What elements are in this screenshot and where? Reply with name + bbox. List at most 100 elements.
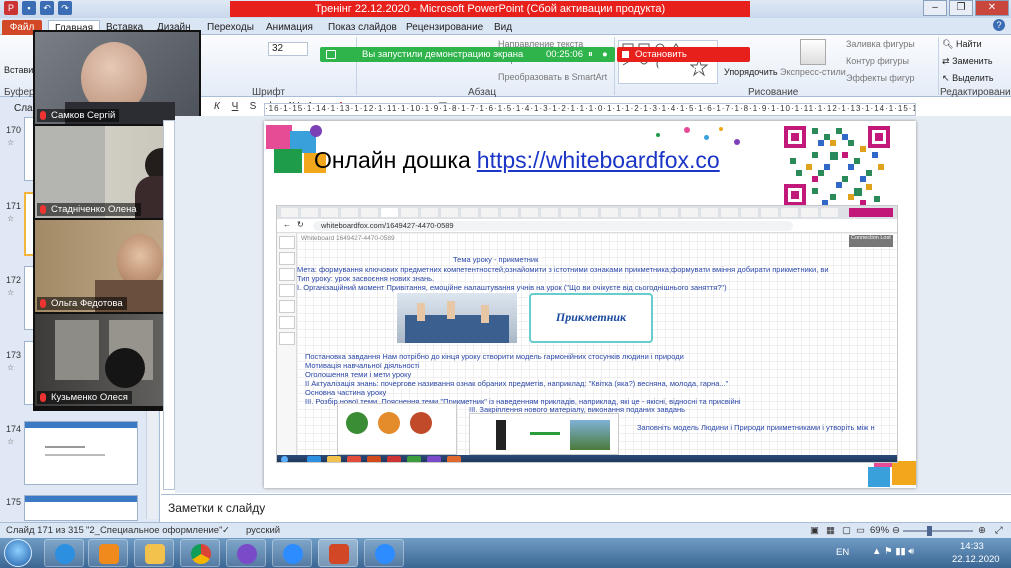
tab-review[interactable]: Рецензирование bbox=[406, 20, 483, 35]
shape-effects-button[interactable]: Эффекты фигур bbox=[846, 73, 915, 83]
participant-name: Кузьменко Олеся bbox=[37, 391, 132, 404]
undo-icon[interactable]: ↶ bbox=[40, 1, 54, 15]
find-icon: 🔍︎ bbox=[942, 39, 954, 49]
maximize-button[interactable]: ❐ bbox=[949, 0, 973, 16]
trees-worksheet-image bbox=[337, 403, 457, 455]
zoom-slider-handle[interactable] bbox=[927, 526, 932, 536]
spellcheck-icon[interactable]: ✓ bbox=[222, 523, 230, 538]
input-language[interactable]: EN bbox=[836, 547, 849, 558]
slide-sorter-icon[interactable]: ▦ bbox=[826, 523, 835, 538]
zoom-slider[interactable] bbox=[903, 530, 973, 532]
tray-icons[interactable]: ▲ ⚑ ▮▮ 🔊︎ bbox=[872, 546, 914, 557]
powerpoint-logo-icon[interactable]: P bbox=[4, 1, 18, 15]
smartart-button[interactable]: Преобразовать в SmartArt bbox=[498, 72, 607, 82]
board-id: Whiteboard 1649427-4470-0589 bbox=[301, 235, 395, 242]
taskbar-powerpoint[interactable] bbox=[318, 539, 358, 567]
participant-name: Ольга Федотова bbox=[37, 297, 127, 310]
drawing-group-label: Рисование bbox=[748, 87, 799, 98]
editing-group-label: Редактирование bbox=[940, 87, 1011, 98]
tab-slideshow[interactable]: Показ слайдов bbox=[328, 20, 397, 35]
slide-number: 174 bbox=[6, 424, 22, 434]
viber-icon bbox=[237, 544, 257, 564]
taskbar-chrome[interactable] bbox=[180, 539, 220, 567]
slide-thumbnail[interactable] bbox=[24, 421, 138, 485]
clock-time[interactable]: 14:33 bbox=[960, 541, 984, 552]
replace-icon: ⇄ bbox=[942, 56, 950, 66]
redo-icon[interactable]: ↷ bbox=[58, 1, 72, 15]
replace-button[interactable]: ⇄ Заменить bbox=[942, 56, 993, 67]
notes-pane[interactable]: Заметки к слайду bbox=[161, 494, 1011, 522]
participant-name: Самков Сергій bbox=[37, 109, 120, 122]
language-indicator[interactable]: русский bbox=[246, 523, 280, 538]
slideshow-view-icon[interactable]: ▭ bbox=[856, 523, 865, 538]
slide-number: 171 bbox=[6, 201, 22, 211]
zoom-out-icon[interactable]: ⊖ bbox=[892, 523, 900, 538]
font-size-select[interactable]: 32 bbox=[268, 42, 308, 56]
current-slide[interactable]: Онлайн дошка https://whiteboardfox.co ← … bbox=[264, 121, 916, 488]
whiteboard-toolbar bbox=[277, 233, 297, 462]
screen-share-bar: Вы запустили демонстрацию экрана 00:25:0… bbox=[320, 47, 750, 75]
slide-thumbnail[interactable] bbox=[24, 495, 138, 521]
shape-fill-button[interactable]: Заливка фигуры bbox=[846, 39, 915, 49]
powerpoint-icon bbox=[329, 544, 349, 564]
erase-tool-icon bbox=[279, 284, 295, 297]
wb-line: Мотивація навчальної діяльності bbox=[305, 361, 420, 370]
taskbar-viber[interactable] bbox=[226, 539, 266, 567]
wb-line: Мета: формування ключових предметних ком… bbox=[297, 265, 829, 274]
horizontal-ruler: ·16·1·15·1·14·1·13·1·12·1·11·1·10·1·9·1·… bbox=[264, 103, 916, 116]
tab-transitions[interactable]: Переходы bbox=[207, 20, 254, 35]
status-bar: Слайд 171 из 315 "2_Специальное оформлен… bbox=[0, 522, 1011, 538]
vertical-ruler bbox=[163, 120, 175, 490]
whiteboard-link[interactable]: https://whiteboardfox.co bbox=[477, 147, 720, 173]
wb-line: Тип уроку: урок засвоєння нових знань. bbox=[297, 274, 435, 283]
paste-button[interactable]: Встави bbox=[4, 65, 33, 75]
close-button[interactable]: ✕ bbox=[975, 0, 1009, 16]
normal-view-icon[interactable]: ▣ bbox=[810, 523, 819, 538]
taskbar-ie[interactable] bbox=[44, 539, 84, 567]
wb-line: Основна частина уроку bbox=[305, 388, 387, 397]
font-group-label: Шрифт bbox=[252, 87, 285, 98]
stop-share-button[interactable]: Остановить демонстрацию bbox=[617, 47, 750, 75]
mic-muted-icon bbox=[40, 205, 46, 214]
taskbar-zoom-meeting[interactable] bbox=[364, 539, 404, 567]
pause-share-icon[interactable]: ⏸ bbox=[588, 47, 593, 62]
paragraph-group-label: Абзац bbox=[468, 87, 497, 98]
start-button[interactable] bbox=[4, 539, 32, 567]
find-button[interactable]: 🔍︎ Найти bbox=[942, 39, 982, 50]
arrange-button[interactable]: Упорядочить bbox=[724, 67, 778, 77]
embedded-taskbar bbox=[277, 455, 897, 462]
shape-outline-button[interactable]: Контур фигуры bbox=[846, 56, 909, 66]
participant-tile[interactable]: Самков Сергій bbox=[35, 32, 199, 124]
mic-muted-icon bbox=[40, 111, 46, 120]
reload-icon: ↻ bbox=[297, 220, 304, 229]
url-field: whiteboardfox.com/1649427-4470-0589 bbox=[313, 221, 793, 231]
italic-button[interactable]: К bbox=[210, 101, 224, 113]
zoom-in-icon[interactable]: ⊕ bbox=[978, 523, 986, 538]
reading-view-icon[interactable]: ▢ bbox=[842, 523, 851, 538]
mic-muted-icon bbox=[40, 299, 46, 308]
quick-styles-button[interactable]: Экспресс-стили bbox=[780, 67, 846, 77]
minimize-button[interactable]: – bbox=[923, 0, 947, 16]
fit-slide-icon[interactable]: ⤢ bbox=[995, 523, 1003, 538]
slide-title: Онлайн дошка https://whiteboardfox.co bbox=[314, 147, 720, 173]
zoom-level[interactable]: 69% bbox=[870, 523, 889, 538]
human-nature-model-image bbox=[469, 413, 619, 455]
tab-animation[interactable]: Анимация bbox=[266, 20, 313, 35]
taskbar-explorer[interactable] bbox=[134, 539, 174, 567]
save-icon[interactable]: ▪ bbox=[22, 1, 36, 15]
qr-code-image bbox=[782, 124, 892, 208]
taskbar-zoom[interactable] bbox=[272, 539, 312, 567]
cursor-icon: ↖ bbox=[942, 73, 950, 83]
whiteboard-area: Whiteboard 1649427-4470-0589 Connection … bbox=[297, 233, 897, 455]
participant-avatar bbox=[105, 348, 145, 388]
underline-button[interactable]: Ч bbox=[228, 101, 242, 113]
select-button[interactable]: ↖ Выделить bbox=[942, 73, 994, 84]
browser-tab-strip bbox=[277, 206, 897, 219]
clock-date[interactable]: 22.12.2020 bbox=[952, 554, 1000, 565]
animation-star-icon: ☆ bbox=[7, 214, 15, 223]
tab-view[interactable]: Вид bbox=[494, 20, 512, 35]
taskbar-media-player[interactable] bbox=[88, 539, 128, 567]
shadow-button[interactable]: S bbox=[246, 101, 260, 113]
internet-explorer-icon bbox=[55, 544, 75, 564]
help-icon[interactable]: ? bbox=[993, 19, 1005, 31]
